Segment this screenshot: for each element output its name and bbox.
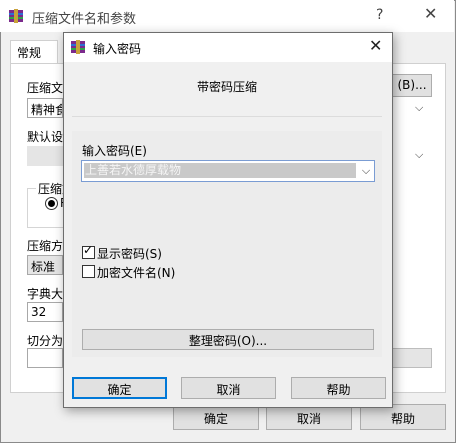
radio-selected-dot: [48, 200, 55, 207]
password-input[interactable]: 上善若水德厚载物: [84, 163, 356, 178]
right-option-field[interactable]: [392, 348, 432, 368]
close-icon[interactable]: ✕: [424, 4, 437, 23]
dictionary-size-label: 字典大小: [27, 287, 63, 301]
help-icon[interactable]: ?: [376, 7, 383, 23]
help-button[interactable]: 帮助: [291, 377, 386, 399]
archive-dialog-title: 压缩文件名和参数: [32, 12, 137, 27]
winrar-app-icon: [71, 40, 85, 54]
profile-select[interactable]: [27, 146, 63, 166]
organize-passwords-button[interactable]: 整理密码(O)...: [82, 329, 374, 350]
dictionary-size-select[interactable]: 32: [27, 302, 63, 322]
encrypt-filenames-checkbox[interactable]: [82, 265, 95, 278]
cancel-button[interactable]: 取消: [181, 377, 276, 399]
show-password-label[interactable]: 显示密码(S): [97, 245, 162, 262]
split-volumes-input[interactable]: [27, 348, 63, 368]
compression-method-select[interactable]: 标准: [27, 255, 63, 275]
tab-general[interactable]: 常规: [10, 40, 58, 64]
split-volumes-label: 切分为: [27, 334, 63, 348]
check-icon: ✓: [83, 243, 94, 257]
ok-button[interactable]: 确定: [72, 377, 167, 399]
browse-button[interactable]: (B)...: [392, 74, 432, 97]
archive-name-input[interactable]: 精神食粮.rar: [27, 98, 63, 118]
compression-method-label: 压缩方式: [27, 239, 63, 253]
password-dialog-header: 带密码压缩: [197, 80, 258, 94]
encrypt-filenames-label[interactable]: 加密文件名(N): [97, 264, 175, 281]
default-profile-label: 默认设置: [27, 130, 63, 144]
archive-format-group-label: 压缩文件格式: [36, 180, 63, 197]
winrar-app-icon: [9, 9, 23, 23]
header-divider: [72, 116, 382, 117]
chevron-down-icon[interactable]: ⌵: [415, 98, 431, 118]
archive-name-label: 压缩文件名(A): [27, 81, 63, 95]
password-dialog-title: 输入密码: [93, 42, 142, 56]
password-input-label: 输入密码(E): [82, 144, 147, 158]
close-icon[interactable]: ✕: [369, 36, 382, 55]
chevron-down-icon[interactable]: ⌵: [415, 145, 431, 165]
chevron-down-icon[interactable]: ⌵: [358, 163, 374, 179]
